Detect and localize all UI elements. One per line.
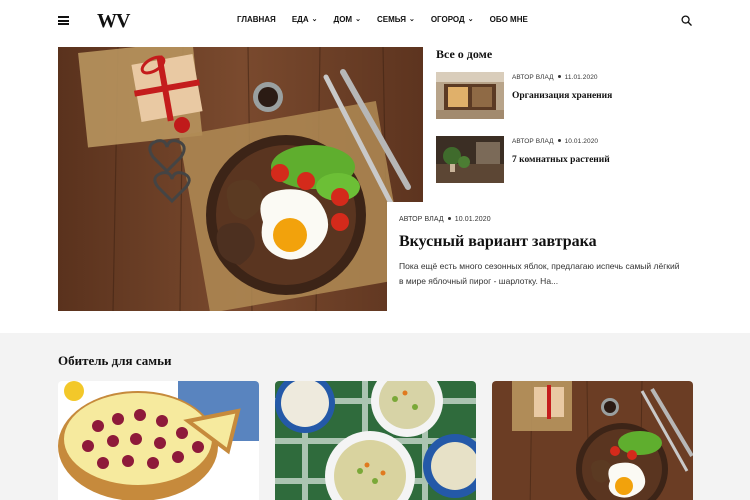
sidebar-post-title[interactable]: Организация хранения [512, 91, 612, 101]
nav-item-home-dom[interactable]: ДОМ ⌄ [334, 15, 361, 24]
post-thumbnail[interactable] [436, 136, 504, 183]
post-date: 11.01.2020 [564, 74, 598, 81]
sidebar-post-text: АВТОР ВЛАД 11.01.2020 Организация хранени… [512, 74, 612, 101]
sidebar-post-meta: АВТОР ВЛАД 11.01.2020 [512, 74, 612, 81]
nav-item-label: ГЛАВНАЯ [237, 15, 276, 24]
site-header: WV ГЛАВНАЯ ЕДА ⌄ ДОМ ⌄ СЕМЬЯ ⌄ ОГОРОД ⌄ … [0, 0, 750, 42]
post-thumbnail[interactable] [436, 72, 504, 119]
chevron-down-icon: ⌄ [311, 15, 318, 23]
post-author[interactable]: АВТОР ВЛАД [512, 74, 554, 81]
search-icon[interactable] [681, 15, 692, 26]
nav-item-label: СЕМЬЯ [376, 15, 406, 24]
sidebar-post-plants[interactable]: АВТОР ВЛАД 10.01.2020 7 комнатных растени… [436, 136, 696, 184]
meta-separator [557, 75, 561, 79]
sidebar-post-text: АВТОР ВЛАД 10.01.2020 7 комнатных растени… [512, 138, 610, 165]
hero-image[interactable] [58, 47, 423, 311]
chevron-down-icon: ⌄ [408, 15, 415, 23]
hero-meta: АВТОР ВЛАД 10.01.2020 [399, 216, 680, 223]
sidebar-post-storage[interactable]: АВТОР ВЛАД 11.01.2020 Организация хранени… [436, 72, 696, 120]
nav-item-home[interactable]: ГЛАВНАЯ [237, 15, 276, 24]
site-logo[interactable]: WV [97, 10, 130, 33]
nav-item-label: ЕДА [291, 15, 309, 24]
nav-item-label: ОГОРОД [430, 15, 465, 24]
sidebar-post-title[interactable]: 7 комнатных растений [512, 155, 610, 165]
post-card-breakfast[interactable] [492, 381, 693, 500]
nav-item-about[interactable]: ОБО МНЕ [490, 15, 528, 24]
nav-item-food[interactable]: ЕДА ⌄ [292, 15, 318, 24]
post-date: 10.01.2020 [454, 216, 491, 223]
post-author[interactable]: АВТОР ВЛАД [399, 216, 444, 223]
chevron-down-icon: ⌄ [355, 15, 361, 23]
post-date: 10.01.2020 [564, 138, 599, 145]
hero-post-card: АВТОР ВЛАД 10.01.2020 Вкусный вариант зав… [387, 202, 692, 314]
nav-item-label: ОБО МНЕ [489, 15, 528, 24]
hero-post-title[interactable]: Вкусный вариант завтрака [399, 233, 680, 251]
meta-separator [447, 217, 451, 221]
main-nav: ГЛАВНАЯ ЕДА ⌄ ДОМ ⌄ СЕМЬЯ ⌄ ОГОРОД ⌄ ОБО… [237, 15, 528, 24]
section-title: Обитель для самьи [58, 353, 172, 368]
sidebar-post-meta: АВТОР ВЛАД 10.01.2020 [512, 138, 610, 145]
post-card-pie[interactable] [58, 381, 259, 500]
nav-item-family[interactable]: СЕМЬЯ ⌄ [377, 15, 415, 24]
post-card-salad[interactable] [275, 381, 476, 500]
hero-post-excerpt: Пока ещё есть много сезонных яблок, пред… [399, 261, 680, 286]
nav-item-label: ДОМ [333, 15, 353, 24]
chevron-down-icon: ⌄ [467, 15, 474, 23]
sidebar-title: Все о доме [436, 47, 493, 61]
hamburger-menu-icon[interactable] [58, 16, 69, 25]
family-section: Обитель для самьи [0, 333, 750, 500]
post-author[interactable]: АВТОР ВЛАД [512, 138, 554, 145]
nav-item-garden[interactable]: ОГОРОД ⌄ [431, 15, 474, 24]
meta-separator [557, 139, 561, 143]
